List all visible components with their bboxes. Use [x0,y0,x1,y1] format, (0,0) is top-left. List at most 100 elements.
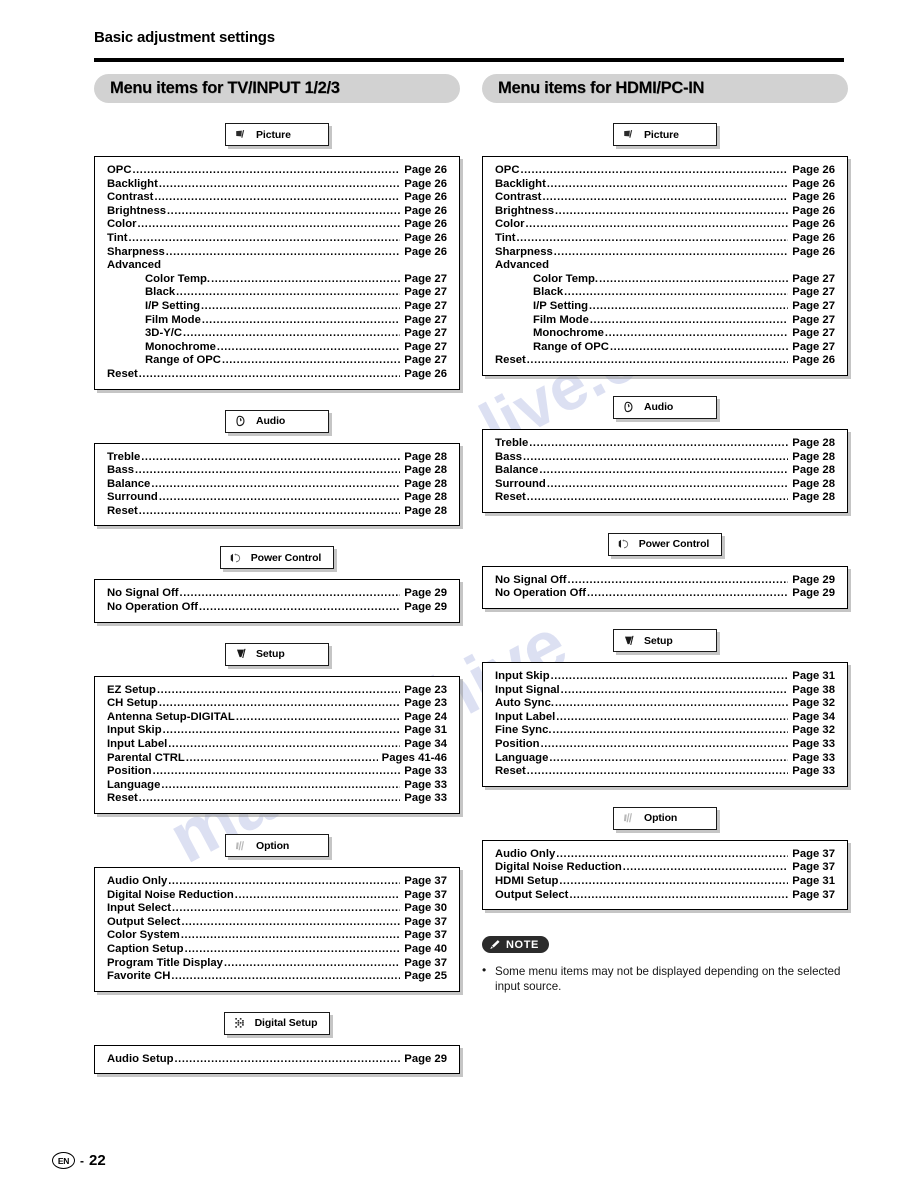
leader-dots: ........................................… [552,724,789,737]
leader-dots: ........................................… [526,354,789,367]
menu-tab-label: Picture [644,128,679,141]
leader-dots: ........................................… [223,956,400,969]
menu-entry-label: Input Label [107,738,168,751]
menu-entry-page-ref: Page 33 [404,765,447,778]
menu-entry-label: Contrast [107,191,154,204]
leader-dots: ........................................… [138,367,401,380]
menu-entry: Reset...................................… [495,491,835,505]
menu-entry-label: Color Temp. [533,272,599,285]
menu-entry-page-ref: Page 28 [792,464,835,477]
menu-entry-label: Color [107,218,137,231]
menu-entry-label: Contrast [495,191,542,204]
section-banner: Menu items for HDMI/PC-IN [482,74,848,103]
menu-tab-label: Setup [256,648,285,661]
menu-entry-label: Film Mode [145,313,201,326]
menu-tab-wrapper: Option [482,806,848,830]
menu-tab-power-control[interactable]: Power Control [219,546,335,570]
menu-entry: Program Title Display...................… [107,957,447,971]
menu-entry-page-ref: Page 33 [792,765,835,778]
menu-entry-page-ref: Page 26 [792,164,835,176]
menu-entry: Color Temp..............................… [495,273,835,287]
menu-entry-page-ref: Page 26 [792,177,835,190]
menu-entry: Reset...................................… [107,368,447,382]
menu-entry: Range of OPC............................… [107,354,447,368]
leader-dots: ........................................… [201,299,401,312]
menu-tab-picture[interactable]: Picture [613,123,717,146]
menu-entry: I/P Setting.............................… [495,300,835,314]
menu-tab-setup[interactable]: Setup [225,642,329,666]
leader-dots: ........................................… [235,710,401,723]
menu-entry-page-ref: Page 37 [404,888,447,901]
menu-entry-page-ref: Page 37 [404,875,447,887]
leader-dots: ........................................… [540,738,789,751]
menu-item-list: OPC.....................................… [94,156,460,390]
menu-entry-page-ref: Page 26 [404,245,447,258]
menu-tab-picture[interactable]: Picture [225,123,329,146]
menu-tab-audio[interactable]: Audio [225,409,329,433]
footer-dash: - [80,1153,84,1168]
leader-dots: ........................................… [184,942,401,955]
menu-entry-label: Reset [495,354,526,367]
menu-tab-option[interactable]: Option [225,834,329,857]
page-footer: EN - 22 [52,1152,106,1169]
menu-entry-page-ref: Page 27 [792,286,835,299]
leader-dots: ........................................… [168,738,400,751]
menu-entry: No Operation Off........................… [495,587,835,601]
leader-dots: ........................................… [132,164,400,176]
power-control-icon [230,553,240,563]
menu-tab-wrapper: Picture [94,123,460,146]
menu-entry-label: I/P Setting [145,299,201,312]
menu-entry-page-ref: Page 37 [792,888,835,901]
menu-entry-label: Language [495,751,549,764]
leader-dots: ........................................… [152,765,401,778]
menu-entry-page-ref: Page 28 [404,450,447,463]
menu-entry-label: No Operation Off [495,587,586,600]
menu-entry-page-ref: Page 26 [404,231,447,244]
menu-tab-power-control[interactable]: Power Control [607,532,723,556]
menu-item-list: OPC.....................................… [482,156,848,376]
menu-entry-page-ref: Page 33 [792,738,835,751]
leader-dots: ........................................… [201,313,401,326]
menu-entry: Audio Only..............................… [495,848,835,862]
note-list: Some menu items may not be displayed dep… [482,963,848,995]
menu-entry-page-ref: Page 32 [792,697,835,710]
menu-entry-page-ref: Page 33 [792,751,835,764]
leader-dots: ........................................… [555,697,788,710]
menu-entry-page-ref: Page 26 [404,164,447,176]
menu-entry-page-ref: Page 26 [404,204,447,217]
menu-entry-label: EZ Setup [107,683,156,696]
menu-tab-label: Power Control [638,538,710,551]
menu-tab-option[interactable]: Option [613,806,717,830]
menu-entry-label: Film Mode [533,313,589,326]
menu-entry-label: Position [107,765,152,778]
menu-entry-page-ref: Page 28 [404,504,447,517]
menu-entry-label: Favorite CH [107,970,171,983]
menu-entry: EZ Setup................................… [107,684,447,698]
menu-entry-page-ref: Page 28 [792,477,835,490]
leader-dots: ........................................… [179,587,401,600]
leader-dots: ........................................… [546,477,789,490]
menu-tab-label: Audio [644,401,674,414]
menu-tab-digital-setup[interactable]: Digital Setup [223,1011,331,1035]
menu-entry: Monochrome..............................… [495,327,835,341]
menu-entry: Contrast................................… [107,191,447,205]
menu-entry-page-ref: Page 26 [792,191,835,204]
menu-tab-audio[interactable]: Audio [613,395,717,419]
menu-entry: Parental CTRL...........................… [107,752,447,766]
leader-dots: ........................................… [199,601,401,614]
menu-entry-label: Reset [107,792,138,805]
menu-entry-page-ref: Page 38 [792,683,835,696]
menu-entry-page-ref: Page 28 [404,477,447,490]
menu-entry-label: Black [533,286,564,299]
menu-entry: Tint....................................… [107,232,447,246]
menu-entry-page-ref: Page 27 [404,272,447,285]
menu-entry-page-ref: Page 27 [792,272,835,285]
menu-entry: Backlight...............................… [495,178,835,192]
leader-dots: ........................................… [151,477,400,490]
menu-tab-setup[interactable]: Setup [613,629,717,653]
digital-setup-icon [234,1018,244,1028]
menu-tab-wrapper: Setup [94,642,460,666]
menu-entry-label: Color Temp. [145,272,211,285]
